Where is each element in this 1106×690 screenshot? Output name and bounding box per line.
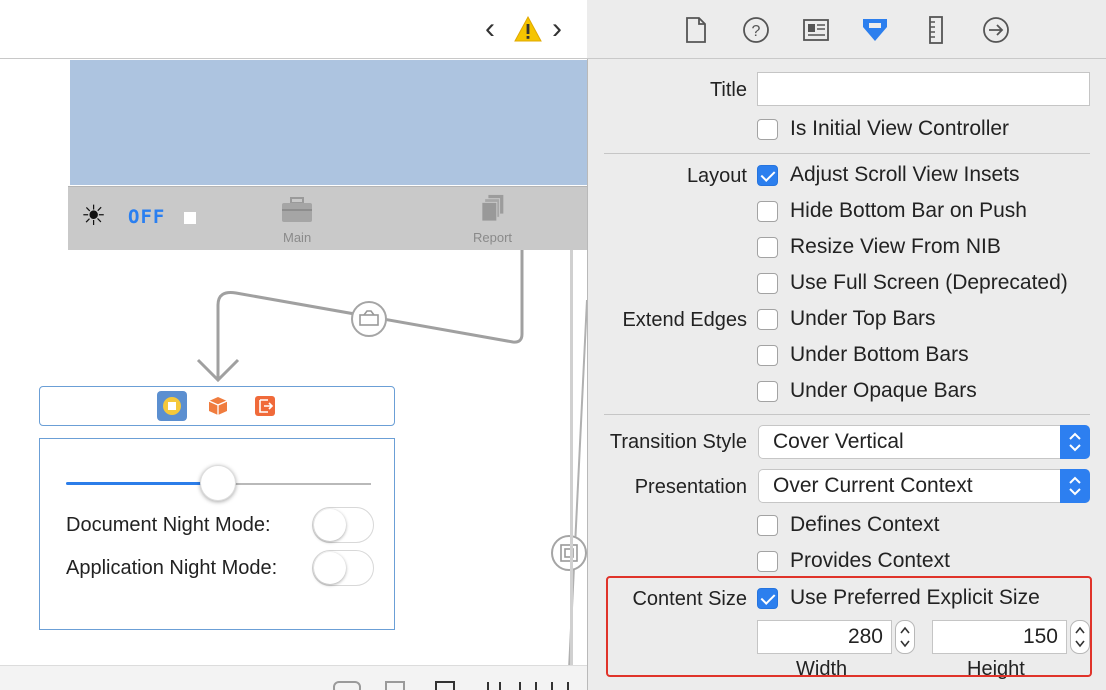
attributes-icon[interactable] [860,15,890,45]
hide-bottom-bar-checkbox[interactable] [757,201,778,222]
resize-view-nib-label: Resize View From NIB [790,235,1001,258]
presentation-value: Over Current Context [773,474,973,497]
popup-arrows-icon [1060,469,1090,503]
segue-relationship-icon[interactable] [350,300,388,338]
defines-context-checkbox[interactable] [757,515,778,536]
under-bottom-bars-label: Under Bottom Bars [790,343,969,366]
use-full-screen-checkbox[interactable] [757,273,778,294]
file-icon[interactable] [681,15,711,45]
popup-arrows-icon [1060,425,1090,459]
exit-icon[interactable] [254,395,276,417]
layout-label: Layout [686,165,747,187]
canvas-divider [570,250,573,690]
transition-style-value: Cover Vertical [773,430,904,453]
extend-edges-label: Extend Edges [622,309,747,331]
under-opaque-bars-label: Under Opaque Bars [790,379,977,402]
document-night-mode-switch[interactable] [312,507,374,543]
is-initial-label: Is Initial View Controller [790,117,1010,140]
title-label: Title [709,79,747,101]
slider-track-empty[interactable] [218,483,371,485]
provides-context-label: Provides Context [790,549,950,572]
storyboard-canvas[interactable]: ‹ › ☀ OFF Main Report Document Night Mod… [0,0,587,690]
under-top-bars-checkbox[interactable] [757,309,778,330]
size-icon[interactable] [921,15,951,45]
title-input[interactable] [757,72,1090,106]
separator [604,153,1090,154]
connections-icon[interactable] [981,15,1011,45]
presentation-label: Presentation [634,476,747,498]
is-initial-checkbox[interactable] [757,119,778,140]
under-bottom-bars-checkbox[interactable] [757,345,778,366]
under-top-bars-label: Under Top Bars [790,307,936,330]
under-opaque-bars-checkbox[interactable] [757,381,778,402]
transition-style-label: Transition Style [609,431,747,453]
adjust-scroll-insets-label: Adjust Scroll View Insets [790,163,1020,186]
inspector-tab-bar [587,0,1106,59]
resize-view-nib-checkbox[interactable] [757,237,778,258]
defines-context-label: Defines Context [790,513,940,536]
view-controller-icon[interactable] [157,391,187,421]
separator [604,414,1090,415]
segue-popover-icon[interactable] [550,534,587,572]
canvas-layout-tools-icon[interactable] [330,678,580,690]
application-night-mode-label: Application Night Mode: [66,557,278,579]
application-night-mode-switch[interactable] [312,550,374,586]
document-night-mode-label: Document Night Mode: [66,514,271,536]
identity-icon[interactable] [801,15,831,45]
help-icon[interactable]: ? [741,15,771,45]
svg-text:?: ? [752,23,761,40]
use-full-screen-label: Use Full Screen (Deprecated) [790,271,1068,294]
adjust-scroll-insets-checkbox[interactable] [757,165,778,186]
brightness-slider-knob[interactable] [200,465,236,501]
transition-style-popup[interactable]: Cover Vertical [758,425,1090,459]
hide-bottom-bar-label: Hide Bottom Bar on Push [790,199,1027,222]
switch-knob [314,509,346,541]
provides-context-checkbox[interactable] [757,551,778,572]
content-size-highlight [606,576,1092,677]
first-responder-icon[interactable] [207,395,229,417]
switch-knob [314,552,346,584]
slider-track-filled[interactable] [66,482,218,485]
presentation-popup[interactable]: Over Current Context [758,469,1090,503]
